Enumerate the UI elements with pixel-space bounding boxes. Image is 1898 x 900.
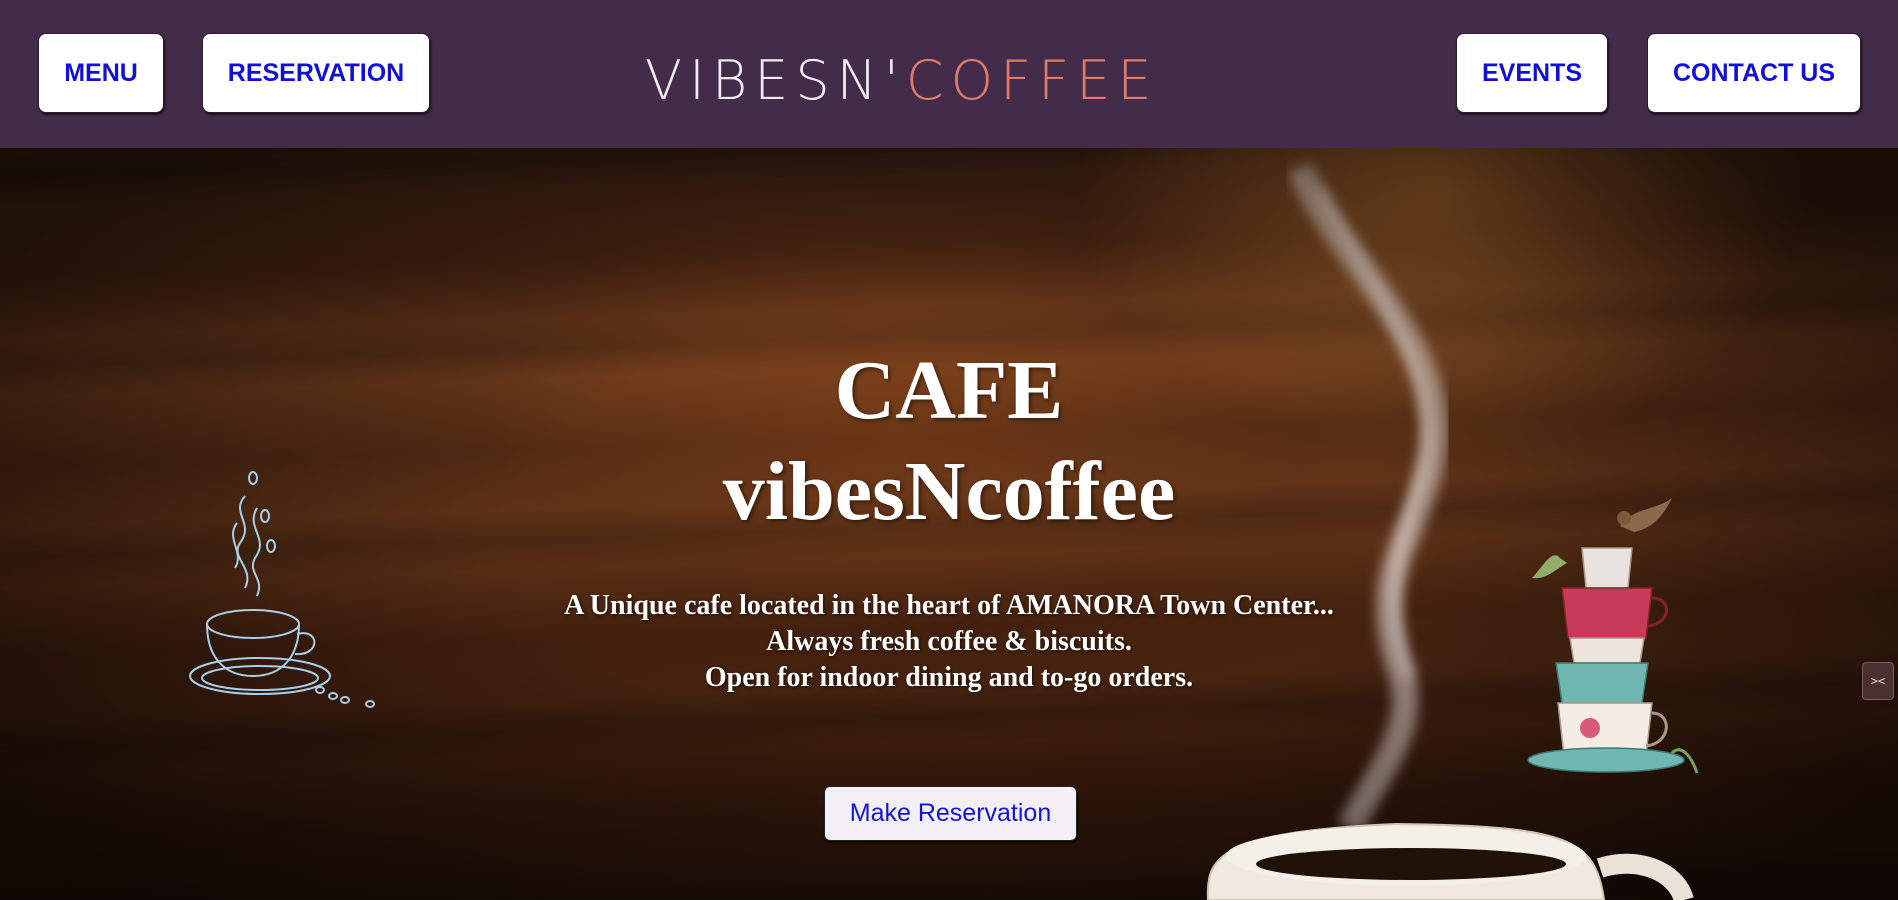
nav-events-button[interactable]: EVENTS	[1456, 33, 1608, 113]
site-logo[interactable]: VIBESN'COFFEE	[645, 52, 1255, 110]
logo-part-1: VIBESN'	[645, 49, 906, 112]
steaming-coffee-cup-icon	[1206, 822, 1694, 900]
hero-title-line-2: vibesNcoffee	[722, 445, 1176, 538]
hero-description-line-2: Always fresh coffee & biscuits.	[766, 626, 1132, 657]
nav-reservation-button[interactable]: RESERVATION	[202, 33, 430, 113]
nav-contact-us-button[interactable]: CONTACT US	[1647, 33, 1861, 113]
logo-part-2: COFFEE	[905, 49, 1159, 112]
make-reservation-button[interactable]: Make Reservation	[824, 786, 1077, 841]
header-bar: MENU RESERVATION VIBESN'COFFEE EVENTS CO…	[0, 0, 1898, 148]
nav-menu-button[interactable]: MENU	[38, 33, 164, 113]
side-widget-icon[interactable]: ><	[1862, 662, 1894, 700]
hero-description-line-1: A Unique cafe located in the heart of AM…	[564, 590, 1334, 621]
hero-section: CAFE vibesNcoffee A Unique cafe located …	[0, 148, 1898, 900]
hero-title-line-1: CAFE	[834, 344, 1064, 437]
hero-description-line-3: Open for indoor dining and to-go orders.	[704, 662, 1194, 693]
